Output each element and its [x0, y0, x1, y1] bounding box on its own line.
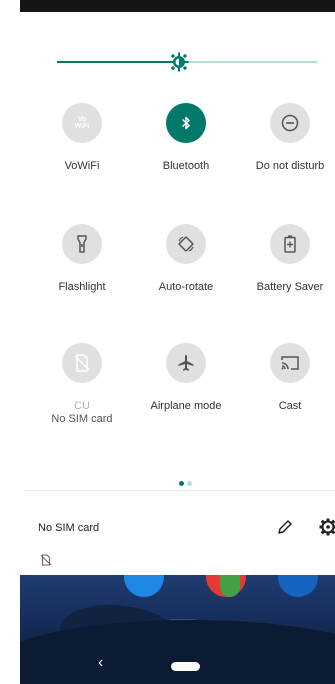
tile-label: Bluetooth: [162, 160, 210, 172]
tile-do-not-disturb[interactable]: Do not disturb: [240, 103, 335, 173]
carrier-text: No SIM card: [38, 522, 100, 534]
app-icon-partial: [124, 575, 164, 597]
app-icon-partial: [278, 575, 318, 597]
tile-bluetooth[interactable]: Bluetooth: [136, 103, 236, 173]
tile-label: Airplane mode: [150, 400, 222, 412]
page-indicator[interactable]: [179, 473, 195, 491]
bluetooth-icon: [166, 103, 206, 143]
navigation-bar: ‹: [20, 648, 335, 684]
tile-mobile-data[interactable]: CU No SIM card: [32, 343, 132, 426]
left-edge: [0, 0, 20, 684]
tile-label: VoWiFi: [64, 160, 100, 172]
tile-sublabel: No SIM card: [51, 413, 113, 425]
tile-cast[interactable]: Cast: [240, 343, 335, 413]
tile-label: Auto-rotate: [158, 281, 214, 293]
auto-rotate-icon: [166, 224, 206, 264]
divider: [24, 490, 335, 491]
tile-label: Battery Saver: [256, 281, 324, 293]
brightness-track-filled: [57, 61, 179, 63]
back-chevron-icon[interactable]: ‹: [98, 654, 103, 672]
settings-gear-icon[interactable]: [319, 518, 335, 536]
no-sim-icon: [62, 343, 102, 383]
page-dot-active: [179, 481, 184, 486]
tile-label: Flashlight: [58, 281, 106, 293]
tile-airplane-mode[interactable]: Airplane mode: [136, 343, 236, 413]
tile-vowifi[interactable]: Vo WiFi VoWiFi: [32, 103, 132, 173]
tile-label: Cast: [278, 400, 302, 412]
edit-pencil-icon[interactable]: [276, 518, 294, 536]
quick-settings-panel: VoWiFi VoWiFi Bluetooth Do not disturb: [24, 12, 335, 539]
tile-label: Do not disturb: [255, 160, 325, 172]
brightness-track-empty: [179, 61, 317, 63]
vowifi-icon: Vo WiFi: [62, 103, 102, 143]
tile-flashlight[interactable]: Flashlight: [32, 224, 132, 294]
flashlight-icon: [62, 224, 102, 264]
brightness-slider[interactable]: [57, 50, 317, 74]
no-sim-status-icon: [40, 554, 52, 566]
tile-battery-saver[interactable]: Battery Saver: [240, 224, 335, 294]
brightness-thumb-icon[interactable]: [169, 52, 189, 72]
tile-label: CU: [74, 400, 90, 412]
airplane-icon: [166, 343, 206, 383]
tile-auto-rotate[interactable]: Auto-rotate: [136, 224, 236, 294]
status-icons-strip: [24, 545, 335, 575]
page-dot: [187, 481, 192, 486]
cast-icon: [270, 343, 310, 383]
home-pill-icon[interactable]: [171, 662, 200, 671]
app-icon-partial: [220, 575, 240, 597]
status-bar: [20, 0, 335, 12]
battery-saver-icon: [270, 224, 310, 264]
do-not-disturb-icon: [270, 103, 310, 143]
